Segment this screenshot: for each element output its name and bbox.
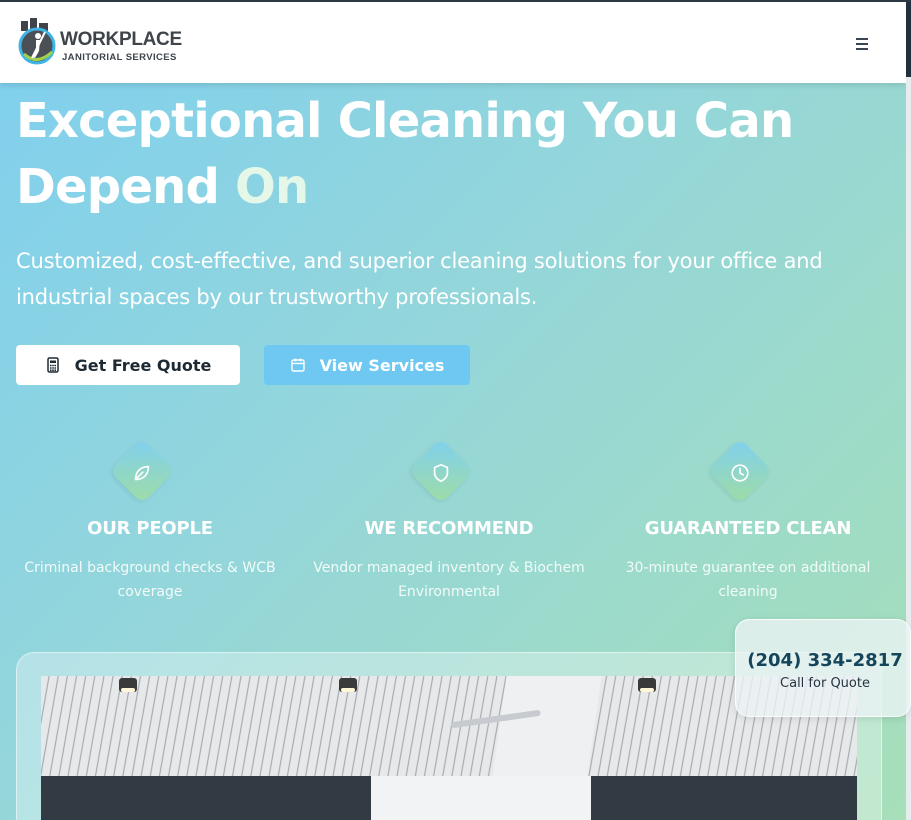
hero-title-accent: On (234, 159, 309, 215)
calendar-icon (290, 358, 305, 372)
phone-number[interactable]: (204) 334-2817 (736, 650, 911, 671)
feature-title: WE RECOMMEND (364, 518, 534, 539)
menu-bar-line (856, 38, 868, 40)
white-panel (371, 776, 591, 820)
get-free-quote-button[interactable]: Get Free Quote (16, 345, 240, 385)
view-services-button[interactable]: View Services (264, 345, 470, 385)
janitor-logo-icon (18, 18, 56, 65)
ceiling-light (339, 678, 357, 692)
feature-title: OUR PEOPLE (87, 518, 213, 539)
scrollbar-thumb[interactable] (906, 2, 911, 77)
ceiling-light (119, 678, 137, 692)
call-for-quote-card[interactable]: (204) 334-2817 Call for Quote (735, 619, 911, 717)
feature-description: Vendor managed inventory & Biochem Envir… (313, 560, 585, 600)
hero-title: Exceptional Cleaning You Can Depend On (16, 88, 876, 220)
logo-tagline: JANITORIAL SERVICES (62, 52, 177, 63)
hamburger-menu-icon[interactable] (850, 34, 874, 54)
call-for-quote-label: Call for Quote (780, 676, 870, 691)
get-free-quote-label: Get Free Quote (74, 355, 212, 375)
clock-icon (724, 457, 756, 489)
leaf-icon (126, 457, 158, 489)
ceiling-light (638, 678, 656, 692)
menu-bar-line (856, 48, 868, 50)
feature-title: GUARANTEED CLEAN (644, 518, 852, 539)
calculator-icon (46, 357, 59, 373)
shield-icon (425, 457, 457, 489)
menu-bar-line (856, 43, 868, 45)
feature-description: 30-minute guarantee on additional cleani… (625, 560, 871, 600)
view-services-label: View Services (319, 355, 445, 375)
site-header: WORKPLACE JANITORIAL SERVICES (0, 2, 906, 83)
hero-title-main: Exceptional Cleaning You Can Depend (16, 93, 794, 215)
hero-subtitle: Customized, cost-effective, and superior… (16, 249, 823, 309)
company-logo[interactable]: WORKPLACE JANITORIAL SERVICES (18, 18, 196, 70)
logo-wordmark: WORKPLACE (60, 29, 182, 50)
feature-description: Criminal background checks & WCB coverag… (24, 560, 276, 600)
